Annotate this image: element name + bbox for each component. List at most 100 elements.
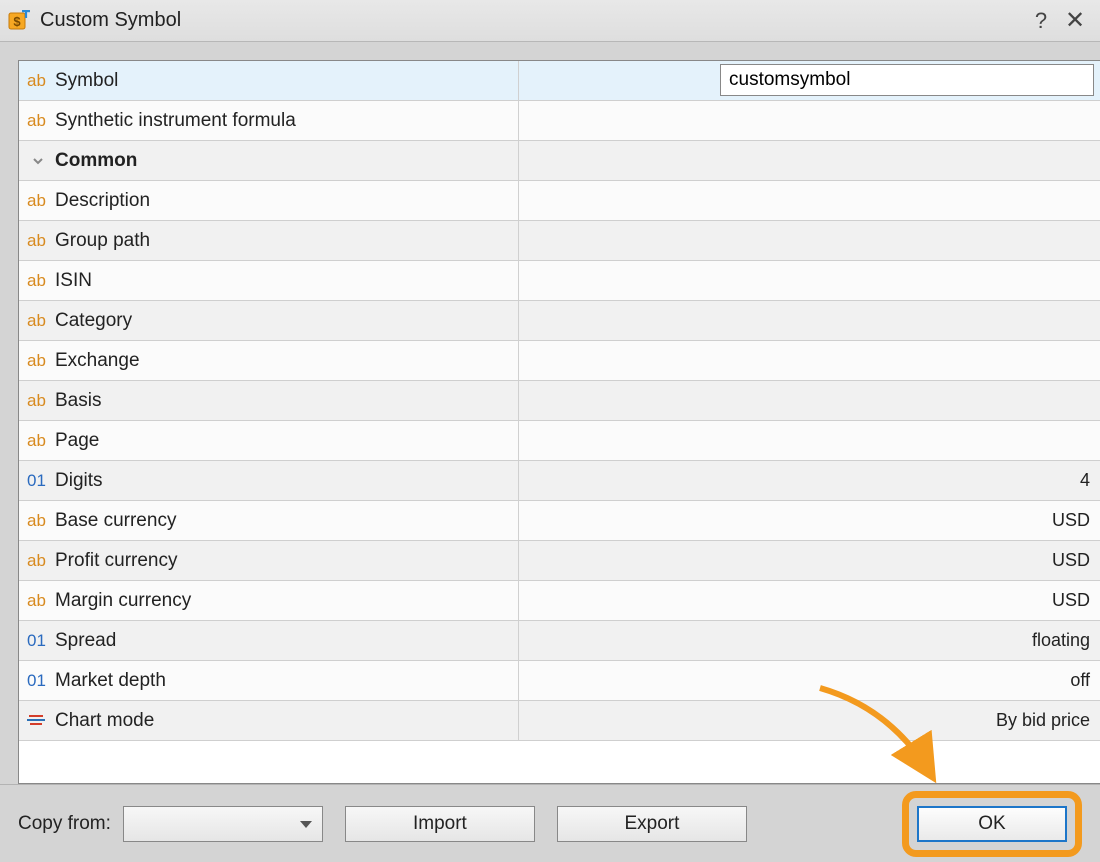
titlebar: $ Custom Symbol ? ✕ <box>0 0 1100 42</box>
property-value-cell[interactable] <box>519 381 1100 420</box>
property-value-cell[interactable]: By bid price <box>519 701 1100 740</box>
window-title: Custom Symbol <box>40 9 181 32</box>
ok-highlight: OK <box>902 791 1082 857</box>
property-value: off <box>1070 670 1090 691</box>
property-label-cell: ab Synthetic instrument formula <box>19 101 519 140</box>
text-type-icon: ab <box>27 391 49 411</box>
property-value-cell[interactable]: USD <box>519 501 1100 540</box>
text-type-icon: ab <box>27 591 49 611</box>
property-row[interactable]: ab Category <box>19 301 1100 341</box>
copy-from-combo[interactable] <box>123 806 323 842</box>
property-label-cell: ab Profit currency <box>19 541 519 580</box>
property-label: Basis <box>55 390 101 412</box>
app-dollar-icon: $ <box>8 10 30 32</box>
property-row[interactable]: abExchange <box>19 341 1100 381</box>
property-row[interactable]: ab Base currency USD <box>19 501 1100 541</box>
property-label-cell: ab Base currency <box>19 501 519 540</box>
property-row[interactable]: 01 Market depth off <box>19 661 1100 701</box>
property-value-cell[interactable]: USD <box>519 581 1100 620</box>
property-label: Common <box>55 150 137 172</box>
text-type-icon: ab <box>27 231 49 251</box>
property-label: Group path <box>55 230 150 252</box>
bottom-toolbar: Copy from: Import Export OK <box>0 784 1100 862</box>
copy-from-label: Copy from: <box>18 813 111 835</box>
help-button[interactable]: ? <box>1024 8 1058 34</box>
property-label: Chart mode <box>55 710 154 732</box>
property-value-cell[interactable] <box>519 141 1100 180</box>
property-value-cell[interactable]: 4 <box>519 461 1100 500</box>
close-button[interactable]: ✕ <box>1058 6 1092 35</box>
property-label: Description <box>55 190 150 212</box>
property-row[interactable]: ab Basis <box>19 381 1100 421</box>
symbol-input[interactable] <box>720 64 1094 96</box>
property-label: Digits <box>55 470 103 492</box>
property-label-cell: 01 Market depth <box>19 661 519 700</box>
property-row[interactable]: 01Spread floating <box>19 621 1100 661</box>
property-value: floating <box>1032 630 1090 651</box>
property-value: USD <box>1052 590 1090 611</box>
property-row[interactable]: ab Description <box>19 181 1100 221</box>
property-label-cell: ab Page <box>19 421 519 460</box>
property-row[interactable]: ab Page <box>19 421 1100 461</box>
property-label: Symbol <box>55 70 118 92</box>
property-label-cell: 01Spread <box>19 621 519 660</box>
svg-text:$: $ <box>13 14 21 29</box>
property-label-cell: ab Basis <box>19 381 519 420</box>
property-value: USD <box>1052 550 1090 571</box>
property-label-cell: abExchange <box>19 341 519 380</box>
property-row[interactable]: Chart mode By bid price <box>19 701 1100 741</box>
text-type-icon: ab <box>27 311 49 331</box>
property-value-cell[interactable] <box>519 421 1100 460</box>
property-row[interactable]: Common <box>19 141 1100 181</box>
property-label-cell: ab Margin currency <box>19 581 519 620</box>
property-value-cell[interactable] <box>519 261 1100 300</box>
property-label: Exchange <box>55 350 140 372</box>
property-value: USD <box>1052 510 1090 531</box>
text-type-icon: ab <box>27 191 49 211</box>
text-type-icon: ab <box>27 511 49 531</box>
property-label: Margin currency <box>55 590 191 612</box>
property-label-cell: 01 Digits <box>19 461 519 500</box>
property-label: Market depth <box>55 670 166 692</box>
property-label: Synthetic instrument formula <box>55 110 296 132</box>
property-value-cell[interactable] <box>519 181 1100 220</box>
property-value-cell[interactable] <box>519 101 1100 140</box>
ok-button[interactable]: OK <box>917 806 1067 842</box>
property-label-cell: Chart mode <box>19 701 519 740</box>
content-area: ab Symbol ab Synthetic instrument formula Co… <box>0 42 1100 784</box>
property-label: Page <box>55 430 99 452</box>
property-value-cell[interactable]: off <box>519 661 1100 700</box>
text-type-icon: ab <box>27 271 49 291</box>
property-row[interactable]: 01 Digits 4 <box>19 461 1100 501</box>
number-type-icon: 01 <box>27 631 49 651</box>
import-button[interactable]: Import <box>345 806 535 842</box>
property-row[interactable]: ab Margin currency USD <box>19 581 1100 621</box>
property-label-cell: ab Description <box>19 181 519 220</box>
property-label-cell: ab Group path <box>19 221 519 260</box>
property-label-cell: Common <box>19 141 519 180</box>
property-value: 4 <box>1080 470 1090 491</box>
property-label: Base currency <box>55 510 176 532</box>
property-label: Profit currency <box>55 550 177 572</box>
property-row[interactable]: abISIN <box>19 261 1100 301</box>
text-type-icon: ab <box>27 431 49 451</box>
property-grid: ab Symbol ab Synthetic instrument formula Co… <box>18 60 1100 784</box>
property-value-cell[interactable]: floating <box>519 621 1100 660</box>
chart-mode-icon <box>27 713 49 729</box>
property-value-cell[interactable]: USD <box>519 541 1100 580</box>
property-value-cell[interactable] <box>519 341 1100 380</box>
property-row[interactable]: ab Profit currency USD <box>19 541 1100 581</box>
property-label: Category <box>55 310 132 332</box>
property-label-cell: ab Category <box>19 301 519 340</box>
text-type-icon: ab <box>27 111 49 131</box>
property-row[interactable]: ab Group path <box>19 221 1100 261</box>
text-type-icon: ab <box>27 551 49 571</box>
property-row[interactable]: ab Synthetic instrument formula <box>19 101 1100 141</box>
text-type-icon: ab <box>27 71 49 91</box>
number-type-icon: 01 <box>27 671 49 691</box>
property-value-cell[interactable] <box>519 301 1100 340</box>
export-button[interactable]: Export <box>557 806 747 842</box>
number-type-icon: 01 <box>27 471 49 491</box>
property-value-cell[interactable] <box>519 221 1100 260</box>
property-label-cell: abISIN <box>19 261 519 300</box>
